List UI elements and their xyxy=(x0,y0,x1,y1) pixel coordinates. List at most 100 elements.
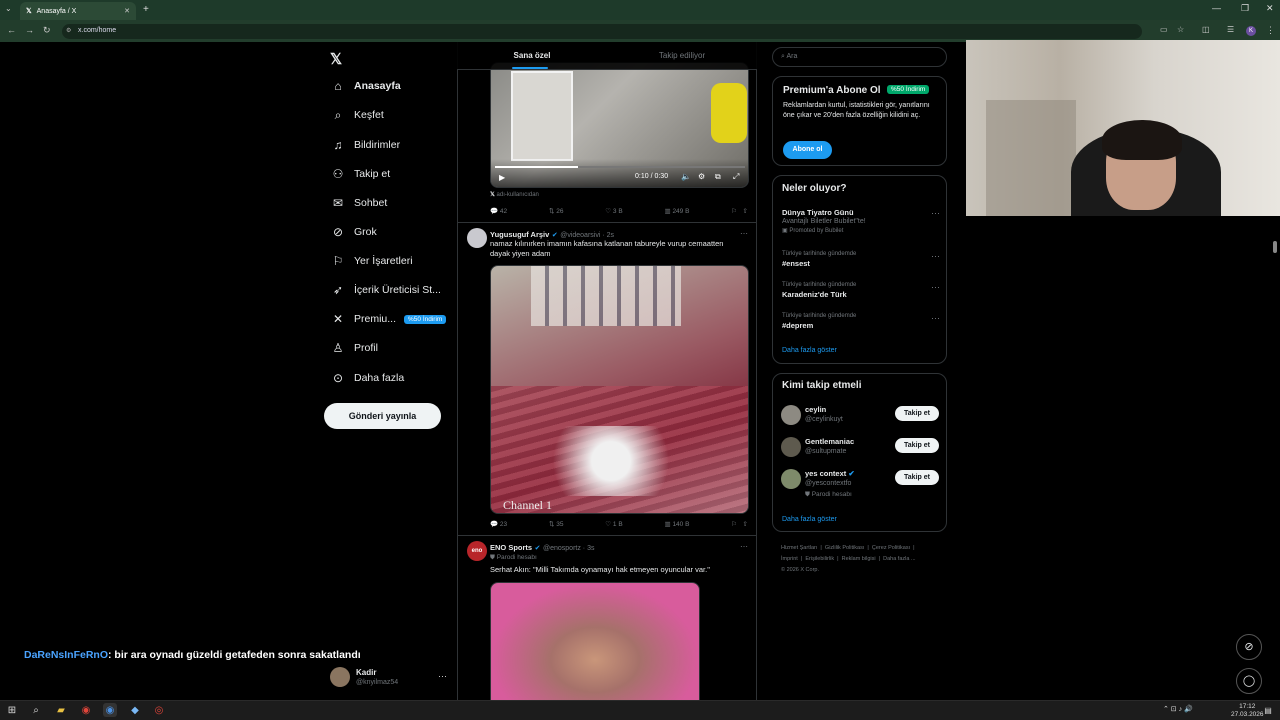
more-dots-icon[interactable]: ⋯ xyxy=(740,229,748,238)
more-dots-icon[interactable]: ⋯ xyxy=(740,542,748,551)
tweet-author-name[interactable]: ENO Sports xyxy=(490,543,532,552)
avatar[interactable] xyxy=(467,228,487,248)
star-icon[interactable]: ☆ xyxy=(1177,25,1184,34)
footer-link[interactable]: Daha fazla ... xyxy=(883,556,915,562)
x-logo-icon[interactable]: 𝕏 xyxy=(330,50,342,68)
tweet-video[interactable] xyxy=(490,582,700,700)
follow-suggestion[interactable]: Gentlemaniac @sultupmate Takip et xyxy=(781,435,941,461)
trend-item[interactable]: Türkiye tarihinde gündemde #deprem ⋯ xyxy=(782,313,940,330)
tweet-author-name[interactable]: Yugusuguf Arşiv xyxy=(490,230,549,239)
browser-icon[interactable]: ◉ xyxy=(79,703,93,717)
post-button[interactable]: Gönderi yayınla xyxy=(324,403,441,429)
like-button[interactable]: ♡ 3 B xyxy=(605,207,622,215)
views-button[interactable]: ▥ 140 B xyxy=(664,520,689,528)
account-switcher[interactable]: Kadir @knyilmaz54 ⋯ xyxy=(330,667,450,691)
follow-button[interactable]: Takip et xyxy=(895,470,939,485)
footer-link[interactable]: Hizmet Şartları xyxy=(781,545,817,551)
show-more-link[interactable]: Daha fazla göster xyxy=(782,347,837,354)
tweet-video[interactable]: Channel 1 xyxy=(490,265,749,514)
scrollbar-thumb[interactable] xyxy=(1273,241,1277,253)
nav-item-notifications[interactable]: ♫ Bildirimler xyxy=(330,135,401,155)
views-button[interactable]: ▥ 249 B xyxy=(664,207,689,215)
show-more-link[interactable]: Daha fazla göster xyxy=(782,516,837,523)
notification-icon[interactable]: ▤ xyxy=(1261,703,1275,717)
tab-list-icon[interactable]: ⌄ xyxy=(5,4,12,13)
close-window-icon[interactable]: ✕ xyxy=(1266,3,1274,14)
nav-item-chat[interactable]: ✉ Sohbet xyxy=(330,193,387,213)
follow-button[interactable]: Takip et xyxy=(895,438,939,453)
site-info-icon[interactable]: ⚙ xyxy=(66,27,71,34)
nav-item-follow[interactable]: ⚇ Takip et xyxy=(330,164,391,184)
footer-link[interactable]: Reklam bilgisi xyxy=(842,556,876,562)
maximize-icon[interactable]: ❐ xyxy=(1241,3,1249,14)
retweet-button[interactable]: ⇅ 26 xyxy=(549,207,564,215)
tray-icons[interactable]: ⌃ ⊡ ♪ 🔊 xyxy=(1163,705,1193,713)
follow-suggestion[interactable]: ceylin @ceylinkuyt Takip et xyxy=(781,403,941,429)
settings-icon[interactable]: ⚙ xyxy=(698,172,705,181)
reply-button[interactable]: 💬 42 xyxy=(490,207,507,215)
follow-button[interactable]: Takip et xyxy=(895,406,939,421)
more-dots-icon[interactable]: ⋯ xyxy=(931,282,940,293)
clock[interactable]: 17:12 27.03.2026 xyxy=(1231,703,1264,719)
more-dots-icon[interactable]: ⋯ xyxy=(931,208,940,219)
reload-icon[interactable]: ↻ xyxy=(43,25,51,36)
chrome-icon[interactable]: ◉ xyxy=(103,703,117,717)
chat-float-icon[interactable]: ◯ xyxy=(1236,668,1262,694)
extensions-icon[interactable]: ◫ xyxy=(1202,25,1210,34)
close-tab-icon[interactable]: ✕ xyxy=(124,7,130,15)
avatar[interactable]: eno xyxy=(467,541,487,561)
volume-icon[interactable]: 🔈 xyxy=(681,172,691,181)
nav-item-grok[interactable]: ⊘ Grok xyxy=(330,222,377,242)
minimize-icon[interactable]: — xyxy=(1212,3,1221,13)
trend-item[interactable]: Türkiye tarihinde gündemde #ensest ⋯ xyxy=(782,251,940,268)
bookmark-icon[interactable]: ⚐ ⇧ xyxy=(731,207,748,215)
nav-item-home[interactable]: ⌂ Anasayfa xyxy=(330,76,400,96)
more-dots-icon[interactable]: ⋯ xyxy=(931,251,940,262)
pip-icon[interactable]: ⧉ xyxy=(715,172,721,182)
footer-link[interactable]: İmprint xyxy=(781,556,798,562)
menu-list-icon[interactable]: ☰ xyxy=(1227,25,1234,34)
video-progress-bar[interactable] xyxy=(495,166,745,168)
nav-item-more[interactable]: ⊙ Daha fazla xyxy=(330,368,404,388)
forward-icon[interactable]: → xyxy=(25,25,34,35)
nav-item-profile[interactable]: ♙ Profil xyxy=(330,338,378,358)
nav-item-explore[interactable]: ⌕ Keşfet xyxy=(330,105,384,125)
tweet-handle[interactable]: @enosportz · 3s xyxy=(543,545,594,552)
more-dots-icon[interactable]: ⋯ xyxy=(931,313,940,324)
follow-suggestion[interactable]: yes context ✔ @yescontextfo ⛊ Parodi hes… xyxy=(781,467,941,501)
footer-link[interactable]: Çerez Politikası xyxy=(872,545,910,551)
tab-for-you[interactable]: Sana özel xyxy=(457,42,607,69)
cast-icon[interactable]: ▭ xyxy=(1160,25,1168,34)
tweet-handle[interactable]: @videoarsivi · 2s xyxy=(560,232,614,239)
obs-icon[interactable]: ◎ xyxy=(152,703,166,717)
tab-following[interactable]: Takip ediliyor xyxy=(607,42,757,69)
nav-item-creator-studio[interactable]: ➶ İçerik Üreticisi St... xyxy=(330,280,441,300)
like-button[interactable]: ♡ 1 B xyxy=(605,520,622,528)
file-explorer-icon[interactable]: ▰ xyxy=(54,703,68,717)
grok-float-icon[interactable]: ⊘ xyxy=(1236,634,1262,660)
play-icon[interactable]: ▶ xyxy=(499,173,505,182)
app-icon[interactable]: ◆ xyxy=(128,703,142,717)
new-tab-icon[interactable]: + xyxy=(143,4,149,15)
more-dots-icon[interactable]: ⋯ xyxy=(438,671,447,682)
trend-item[interactable]: Türkiye tarihinde gündemde Karadeniz'de … xyxy=(782,282,940,299)
nav-item-bookmarks[interactable]: ⚐ Yer İşaretleri xyxy=(330,251,413,271)
bookmark-icon[interactable]: ⚐ ⇧ xyxy=(731,520,748,528)
browser-tab[interactable]: 𝕏 Anasayfa / X ✕ xyxy=(20,2,136,20)
retweet-button[interactable]: ⇅ 35 xyxy=(549,520,564,528)
video-player[interactable]: ▶ 0:10 / 0:30 🔈 ⚙ ⧉ ⤢ xyxy=(490,62,749,188)
subscribe-button[interactable]: Abone ol xyxy=(783,141,832,159)
browser-menu-icon[interactable]: ⋮ xyxy=(1266,25,1275,36)
url-bar[interactable]: ⚙ x.com/home xyxy=(62,24,1142,39)
reply-button[interactable]: 💬 23 xyxy=(490,520,507,528)
trend-item[interactable]: Dünya Tiyatro Günü Avantajlı Biletler Bu… xyxy=(782,208,940,234)
windows-start-icon[interactable]: ⊞ xyxy=(5,703,19,717)
footer-link[interactable]: Erişilebilirlik xyxy=(805,556,834,562)
fullscreen-icon[interactable]: ⤢ xyxy=(733,172,739,182)
search-icon[interactable]: ⌕ xyxy=(29,703,43,717)
search-input[interactable]: ⌕ Ara xyxy=(772,47,947,67)
back-icon[interactable]: ← xyxy=(7,25,16,35)
profile-avatar-icon[interactable]: K xyxy=(1246,26,1256,36)
footer-link[interactable]: Gizlilik Politikası xyxy=(825,545,864,551)
nav-item-premium[interactable]: ✕ Premiu... %50 İndirim xyxy=(330,309,447,329)
